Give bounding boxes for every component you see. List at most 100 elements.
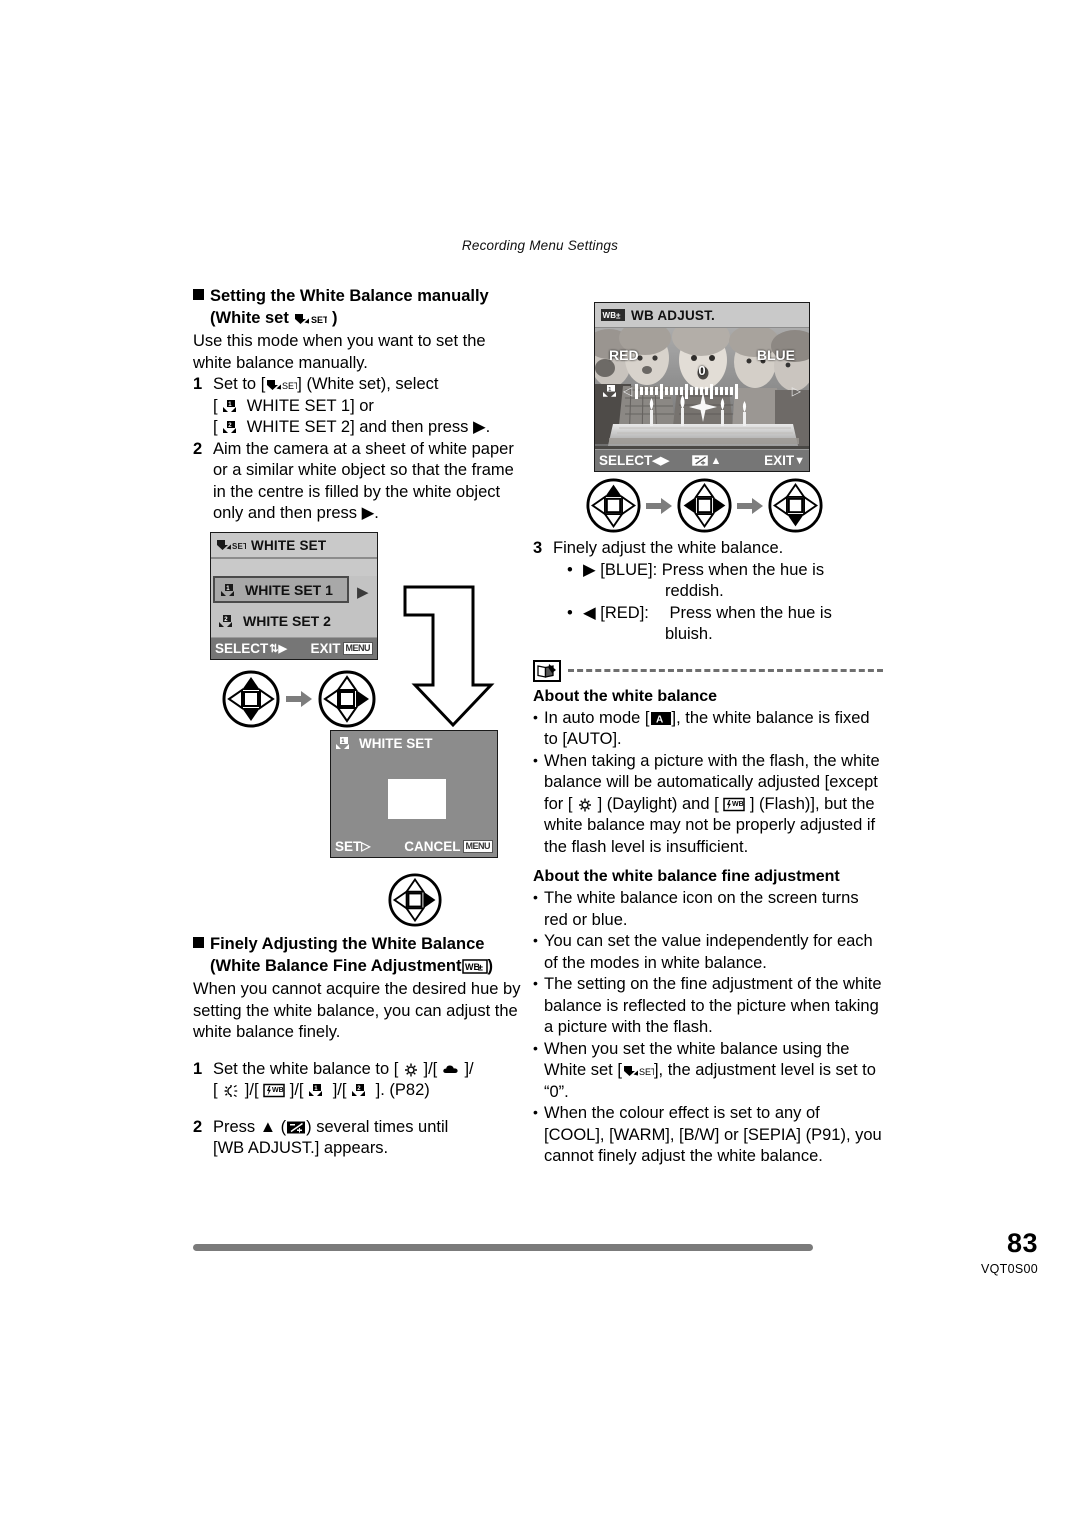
adjust-value: 0 — [698, 363, 706, 378]
svg-text:SET: SET — [232, 542, 246, 551]
screen-title: WB ADJUST. — [631, 307, 716, 323]
leftright-icon: ◀▶ — [652, 455, 670, 467]
menu-badge: MENU — [462, 839, 493, 853]
note2-list: The white balance icon on the screen tur… — [533, 887, 883, 1168]
triangle-left-icon[interactable]: ◁ — [623, 384, 632, 398]
dashed-rule — [568, 669, 883, 672]
screen-bottom-bar: SET ▷ CANCEL MENU — [331, 835, 497, 857]
svg-text:A: A — [656, 714, 663, 725]
exposure-comp-icon — [691, 454, 709, 467]
daylight-icon — [403, 1062, 419, 1077]
screen-white-set-menu: SET WHITE SET 1 WHITE SET 1 ▶ 2 WHITE SE… — [210, 532, 378, 660]
note1-heading: About the white balance — [533, 687, 718, 705]
white-set-1-icon: 1 — [308, 1083, 328, 1098]
white-set-2-icon: 2 — [351, 1083, 371, 1098]
menu-badge: MENU — [342, 642, 373, 655]
menu-item-white-set-2[interactable]: 2 WHITE SET 2 — [211, 607, 377, 634]
note-item: When taking a picture with the flash, th… — [533, 750, 883, 859]
section1-intro: Use this mode when you want to set the w… — [193, 332, 486, 372]
bullet-dot: • — [567, 560, 573, 579]
auto-mode-icon: A — [650, 711, 672, 726]
flow-elbow-arrow-icon — [403, 585, 495, 728]
triangle-right-icon: ▷ — [361, 839, 371, 853]
section-heading-white-set: Setting the White Balance manually (Whit… — [193, 285, 523, 329]
step3-bullets: • ▶ [BLUE]: Press when the hue is reddis… — [553, 560, 883, 646]
white-set-2-icon: 2 — [222, 420, 242, 435]
daylight-icon — [577, 797, 593, 812]
svg-text:SET: SET — [639, 1067, 654, 1077]
screen-title: WHITE SET — [251, 537, 327, 553]
flow-arrow-icon — [286, 691, 312, 707]
step-3: 3 Finely adjust the white balance. • ▶ [… — [533, 538, 883, 646]
section2-intro: When you cannot acquire the desired hue … — [193, 980, 521, 1041]
white-target-frame — [388, 779, 446, 819]
flow-arrow-icon — [646, 497, 672, 514]
heading-line-1: Setting the White Balance manually — [210, 287, 489, 305]
exposure-comp-icon — [286, 1120, 306, 1135]
cancel-label: CANCEL — [404, 838, 461, 854]
scale-ticks — [635, 383, 789, 399]
document-id: VQT0S00 — [981, 1262, 1038, 1276]
svg-text:1: 1 — [608, 387, 611, 393]
dpad-right-icon — [318, 670, 376, 728]
screen-white-set-capture: 1 WHITE SET SET ▷ CANCEL MENU — [330, 730, 498, 858]
white-set-icon: SET — [265, 377, 297, 392]
heading-line-2: (White set SET ) — [210, 309, 338, 327]
note1-list: In auto mode [A], the white balance is f… — [533, 707, 883, 859]
menu-item-white-set-1[interactable]: 1 WHITE SET 1 — [213, 576, 349, 603]
svg-text:±: ± — [616, 312, 621, 321]
screen-title-bar: 1 WHITE SET — [331, 731, 497, 755]
white-set-1-icon: 1 — [336, 736, 354, 750]
svg-text:±: ± — [478, 963, 483, 973]
screen-wb-adjust: WB ± WB ADJUST. RED BLUE 0 1 ◁ ▷ SELECT … — [594, 302, 810, 472]
white-set-icon: SET — [622, 1063, 654, 1078]
heading-line-2: (White Balance Fine Adjustment WB ±) — [210, 957, 493, 975]
note-divider — [533, 659, 883, 682]
flow-arrow-icon — [737, 497, 763, 514]
bullet-square-icon — [193, 289, 204, 300]
right-column-text: 3 Finely adjust the white balance. • ▶ [… — [533, 538, 883, 1168]
triangle-down-icon: ▼ — [794, 454, 805, 467]
cloudy-icon — [442, 1062, 460, 1077]
note-item: When you set the white balance using the… — [533, 1038, 883, 1104]
note-item: The white balance icon on the screen tur… — [533, 887, 883, 931]
white-set-1-icon: 1 — [221, 583, 239, 597]
white-set-1-icon: 1 — [603, 384, 620, 398]
svg-text:WB: WB — [732, 801, 744, 808]
dpad-up-icon — [586, 478, 641, 533]
set-label: SET — [335, 838, 362, 854]
wb-adjust-scale[interactable]: 1 ◁ ▷ — [603, 381, 801, 401]
footer-rule — [193, 1244, 813, 1251]
white-set-2-icon: 2 — [219, 614, 237, 628]
svg-text:WB: WB — [272, 1087, 284, 1094]
heading-line-1: Finely Adjusting the White Balance — [210, 935, 485, 953]
bullet-red: • ◀ [RED]: Press when the hue is bluish. — [567, 603, 832, 644]
wb-plusminus-icon: WB ± — [461, 959, 488, 974]
dpad-down-icon — [768, 478, 823, 533]
note-item: The setting on the fine adjustment of th… — [533, 973, 883, 1039]
step-1: 1 Set to [SET] (White set), select [ 1 W… — [193, 375, 491, 436]
label-blue: BLUE — [756, 347, 795, 363]
screen-title-bar: SET WHITE SET — [211, 533, 377, 558]
dpad-updown-icon — [222, 670, 280, 728]
dpad-sequence-2 — [586, 478, 823, 533]
menu-item-label: WHITE SET 2 — [243, 612, 331, 629]
triangle-right-icon[interactable]: ▷ — [792, 384, 801, 398]
cancel-group: CANCEL MENU — [404, 839, 493, 854]
screen-bottom-bar: SELECT ◀▶ ▲ EXIT ▼ — [595, 449, 809, 471]
updown-right-icon: ⇅▶ — [269, 643, 287, 655]
exit-group: EXIT MENU — [310, 641, 373, 656]
section-heading-fine-adjust: Finely Adjusting the White Balance (Whit… — [193, 933, 528, 977]
svg-text:SET: SET — [282, 381, 297, 391]
manual-page: Recording Menu Settings Setting the Whit… — [0, 0, 1080, 1526]
svg-text:SET: SET — [311, 315, 327, 325]
bullet-blue: • ▶ [BLUE]: Press when the hue is reddis… — [567, 560, 825, 601]
step3-block: 3 Finely adjust the white balance. • ▶ [… — [533, 538, 883, 646]
note-item: When the colour effect is set to any of … — [533, 1102, 883, 1168]
exit-label: EXIT — [764, 453, 795, 468]
menu-list: 1 WHITE SET 1 ▶ 2 WHITE SET 2 — [211, 576, 377, 637]
label-red: RED — [609, 347, 639, 363]
dpad-leftright-icon — [677, 478, 732, 533]
dpad-sequence-1 — [222, 670, 376, 728]
select-label: SELECT — [215, 641, 269, 656]
